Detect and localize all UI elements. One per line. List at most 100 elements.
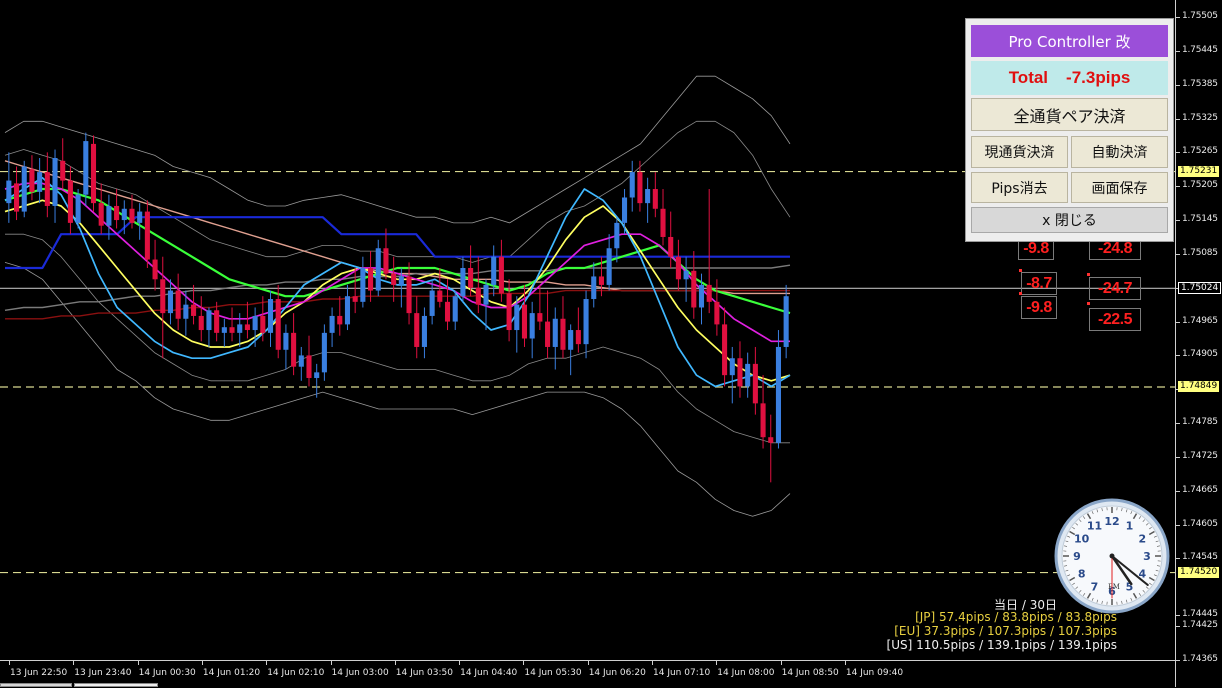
price-tick-label: 1.75145 — [1182, 214, 1218, 224]
time-tick-mark — [266, 661, 267, 665]
stats-row-us: [US] 110.5pips / 139.1pips / 139.1pips — [887, 638, 1117, 652]
price-tick-label: 1.74545 — [1182, 552, 1218, 562]
candle-body — [91, 144, 96, 203]
close-all-pairs-button[interactable]: 全通貨ペア決済 — [971, 98, 1168, 131]
candle-body — [160, 279, 165, 313]
candle-body — [437, 291, 442, 302]
candle-body — [237, 324, 242, 332]
clear-pips-button[interactable]: Pips消去 — [971, 172, 1068, 203]
pip-marker — [1087, 273, 1090, 276]
candle-body — [468, 268, 473, 288]
candle-body — [137, 212, 142, 223]
candle-body — [376, 248, 381, 290]
clock-number: 1 — [1126, 520, 1134, 533]
chart-tab-active[interactable] — [74, 683, 158, 687]
price-tick-label: 1.74425 — [1182, 620, 1218, 630]
time-tick-label: 14 Jun 05:30 — [524, 668, 581, 678]
price-tick-label: 1.75385 — [1182, 79, 1218, 89]
candle-body — [691, 271, 696, 308]
price-axis[interactable]: 1.755051.754451.753851.753251.752651.752… — [1175, 0, 1222, 687]
time-axis[interactable]: 13 Jun 22:5013 Jun 23:4014 Jun 00:3014 J… — [0, 660, 1175, 688]
candle-body — [422, 316, 427, 347]
chart-tab[interactable] — [0, 683, 72, 687]
time-tick-mark — [459, 661, 460, 665]
candle-body — [353, 296, 358, 302]
candle-body — [314, 372, 319, 378]
candle-body — [229, 327, 234, 333]
close-panel-button[interactable]: x 閉じる — [971, 207, 1168, 233]
candle-body — [784, 296, 789, 347]
candle-body — [668, 237, 673, 257]
candle-body — [707, 285, 712, 302]
time-tick-mark — [845, 661, 846, 665]
price-tick-label: 1.74905 — [1182, 349, 1218, 359]
price-tick-label: 1.74445 — [1182, 609, 1218, 619]
price-tick-label: 1.74965 — [1182, 316, 1218, 326]
candle-body — [52, 158, 57, 206]
candle-body — [737, 358, 742, 386]
candle-body — [168, 291, 173, 314]
candle-body — [576, 330, 581, 344]
candle-body — [306, 355, 311, 378]
time-tick-mark — [331, 661, 332, 665]
price-tick-mark — [1176, 254, 1180, 255]
candle-body — [60, 161, 65, 181]
auto-close-button[interactable]: 自動決済 — [1071, 136, 1168, 168]
price-tick-label: 1.74365 — [1182, 654, 1218, 664]
candle-body — [622, 197, 627, 222]
candle-body — [399, 276, 404, 284]
candle-body — [745, 364, 750, 387]
pip-label-right-3: -22.5 — [1089, 308, 1141, 331]
clock-widget: 121234567891011PM — [1053, 497, 1171, 615]
candle-body — [414, 313, 419, 347]
candle-body — [253, 316, 258, 330]
candle-body — [553, 319, 558, 347]
candle-body — [568, 330, 573, 350]
time-tick-mark — [202, 661, 203, 665]
candle-body — [368, 268, 373, 291]
price-line-tag: 1.74520 — [1178, 567, 1219, 578]
candle-body — [245, 324, 250, 330]
clock-number: 8 — [1078, 568, 1086, 581]
candle-body — [291, 333, 296, 367]
ma-magenta-line — [5, 183, 790, 341]
candle-body — [29, 169, 34, 192]
total-pips-display: Total-7.3pips — [971, 61, 1168, 95]
price-tick-mark — [1176, 322, 1180, 323]
candle-body — [45, 172, 50, 206]
candle-body — [276, 299, 281, 350]
candle-body — [391, 274, 396, 285]
time-tick-label: 14 Jun 06:20 — [589, 668, 646, 678]
price-tick-mark — [1176, 186, 1180, 187]
save-screen-button[interactable]: 画面保存 — [1071, 172, 1168, 203]
candle-body — [660, 209, 665, 237]
price-tick-mark — [1176, 457, 1180, 458]
candle-body — [191, 305, 196, 316]
candle-body — [129, 209, 134, 223]
close-current-pair-button[interactable]: 現通貨決済 — [971, 136, 1068, 168]
candle-body — [360, 268, 365, 302]
price-tick-label: 1.74605 — [1182, 519, 1218, 529]
candle-body — [684, 271, 689, 279]
candle-body — [83, 141, 88, 195]
price-tick-mark — [1176, 660, 1180, 661]
total-label: Total — [1009, 68, 1048, 88]
pip-marker — [1019, 292, 1022, 295]
candle-body — [22, 166, 27, 211]
price-tick-mark — [1176, 119, 1180, 120]
clock-pm-label: PM — [1108, 583, 1120, 591]
price-tick-mark — [1176, 423, 1180, 424]
candle-body — [722, 324, 727, 375]
candle-body — [630, 172, 635, 197]
candle-body — [283, 333, 288, 350]
candle-body — [537, 313, 542, 321]
candle-body — [699, 285, 704, 308]
candle-body — [114, 206, 119, 220]
candle-body — [153, 260, 158, 280]
clock-center — [1110, 554, 1115, 559]
candle-body — [460, 268, 465, 296]
candle-body — [730, 358, 735, 375]
candle-body — [76, 195, 81, 223]
stats-row-eu: [EU] 37.3pips / 107.3pips / 107.3pips — [894, 624, 1117, 638]
candle-body — [491, 257, 496, 285]
